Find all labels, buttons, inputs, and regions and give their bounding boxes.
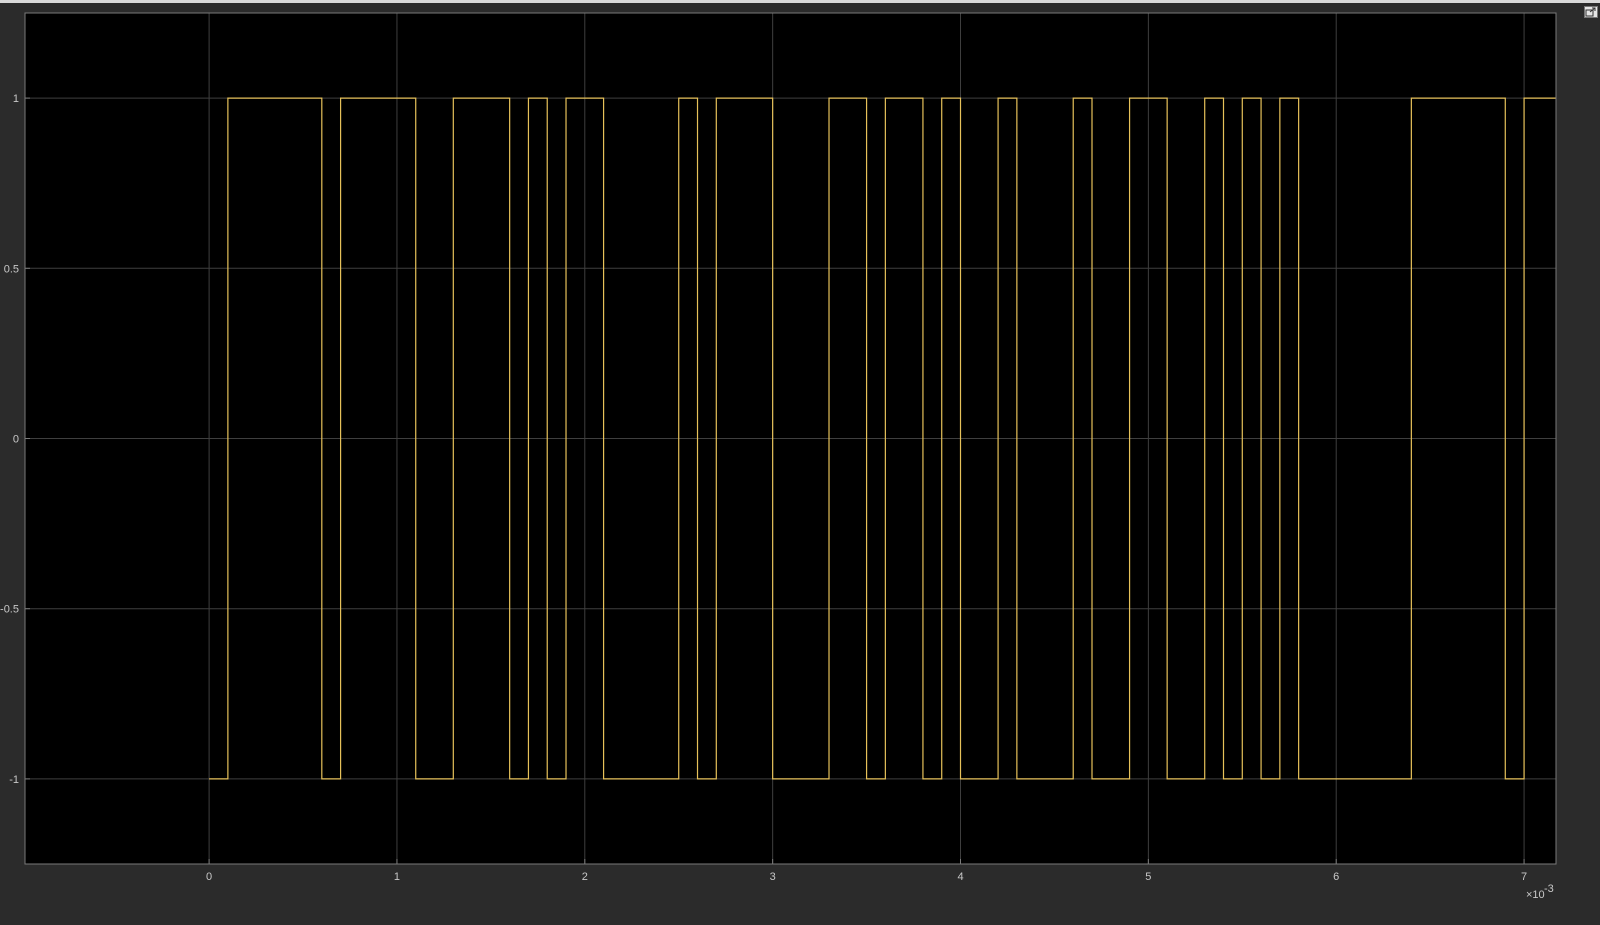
y-tick-label: -1: [9, 774, 19, 786]
x-tick-label: 1: [394, 871, 400, 883]
y-tick-label: 1: [13, 93, 19, 105]
y-tick-label: -0.5: [0, 604, 19, 616]
x-scale-factor: ×10: [1526, 889, 1545, 901]
x-tick-label: 2: [582, 871, 588, 883]
x-tick-label: 7: [1521, 871, 1527, 883]
x-tick-label: 3: [770, 871, 776, 883]
scope-window: 0 1 2 3 4 5 6 7 -1 -0.5 0 0.5 1 ×10 -3: [0, 0, 1600, 922]
y-tick-label: 0.5: [4, 263, 19, 275]
x-scale-exponent: -3: [1544, 883, 1554, 895]
undock-button[interactable]: [1584, 6, 1598, 18]
plot-area[interactable]: 0 1 2 3 4 5 6 7 -1 -0.5 0 0.5 1 ×10 -3: [0, 3, 1600, 925]
x-tick-label: 5: [1145, 871, 1151, 883]
x-tick-label: 0: [206, 871, 212, 883]
x-tick-label: 6: [1333, 871, 1339, 883]
y-tick-label: 0: [13, 434, 19, 446]
x-tick-label: 4: [957, 871, 963, 883]
undock-icon: [1585, 7, 1597, 17]
